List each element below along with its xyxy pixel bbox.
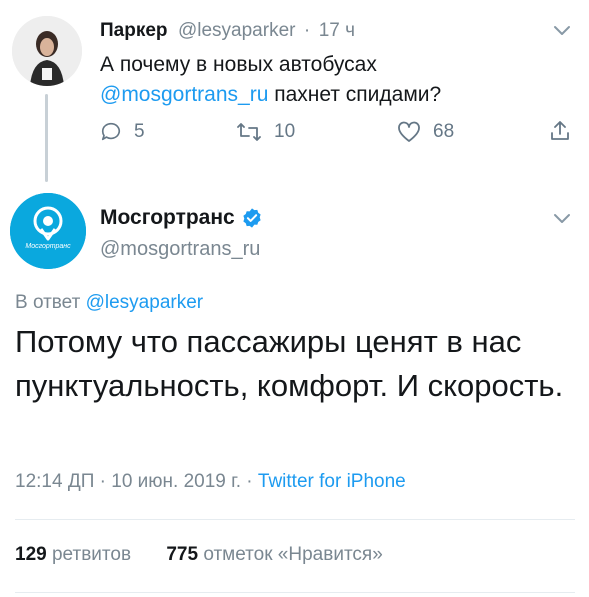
reply-prefix: В ответ: [15, 292, 86, 313]
reply-to-link[interactable]: @lesyaparker: [86, 292, 204, 313]
divider: [15, 519, 575, 520]
main-author-name-row[interactable]: Мосгортранс: [100, 206, 263, 230]
author-name: Мосгортранс: [100, 206, 235, 229]
tweet-meta: 12:14 ДП · 10 июн. 2019 г. · Twitter for…: [15, 471, 406, 493]
author-handle[interactable]: @lesyaparker: [178, 20, 296, 41]
retweets-count: 129: [15, 544, 47, 565]
like-icon: [398, 121, 420, 142]
main-tweet-text: Потому что пассажиры ценят в нас пунктуа…: [15, 324, 564, 403]
reply-button[interactable]: 5: [100, 121, 145, 143]
retweet-count: 10: [274, 121, 296, 142]
mention-link[interactable]: @mosgortrans_ru: [100, 83, 268, 106]
main-author-handle[interactable]: @mosgortrans_ru: [100, 238, 260, 261]
tweet-stats: 129 ретвитов 775 отметок «Нравится»: [15, 544, 383, 566]
tweet-source-link[interactable]: Twitter for iPhone: [258, 471, 406, 492]
reply-icon: [101, 122, 121, 141]
retweets-label: ретвитов: [51, 544, 132, 565]
share-button[interactable]: [548, 119, 584, 143]
like-count: 68: [433, 121, 455, 142]
author-name[interactable]: Паркер: [100, 20, 168, 41]
separator: ·: [303, 20, 311, 41]
tweet-text-line2: пахнет спидами?: [268, 83, 442, 106]
retweets-stat[interactable]: 129 ретвитов: [15, 544, 131, 565]
likes-label: отметок «Нравится»: [203, 544, 383, 565]
chevron-down-icon[interactable]: [553, 24, 571, 42]
chevron-down-icon[interactable]: [553, 212, 571, 230]
verified-badge-icon: [243, 208, 261, 228]
like-button[interactable]: 68: [397, 121, 454, 143]
reply-count: 5: [134, 121, 145, 142]
tweet-time[interactable]: 17 ч: [319, 20, 355, 41]
meta-separator: ·: [241, 471, 258, 492]
tweet-text-line1: А почему в новых автобусах: [100, 53, 377, 76]
avatar-label: Мосгортранс: [25, 243, 71, 250]
avatar-parker[interactable]: [12, 16, 82, 86]
divider: [15, 592, 575, 593]
retweet-button[interactable]: 10: [236, 121, 295, 143]
thread-line: [45, 94, 48, 182]
likes-stat[interactable]: 775 отметок «Нравится»: [166, 544, 382, 565]
share-icon: [551, 121, 569, 140]
reply-tweet-header: Паркер @lesyaparker · 17 ч: [100, 20, 355, 42]
retweet-icon: [237, 123, 261, 141]
meta-separator: ·: [94, 471, 112, 492]
avatar-mosgortrans[interactable]: Мосгортранс: [10, 193, 86, 269]
tweet-time[interactable]: 12:14 ДП: [15, 471, 94, 492]
reply-tweet-text: А почему в новых автобусах @mosgortrans_…: [100, 50, 540, 110]
likes-count: 775: [166, 544, 199, 565]
tweet-date[interactable]: 10 июн. 2019 г.: [111, 471, 241, 492]
reply-context: В ответ @lesyaparker: [15, 292, 203, 314]
